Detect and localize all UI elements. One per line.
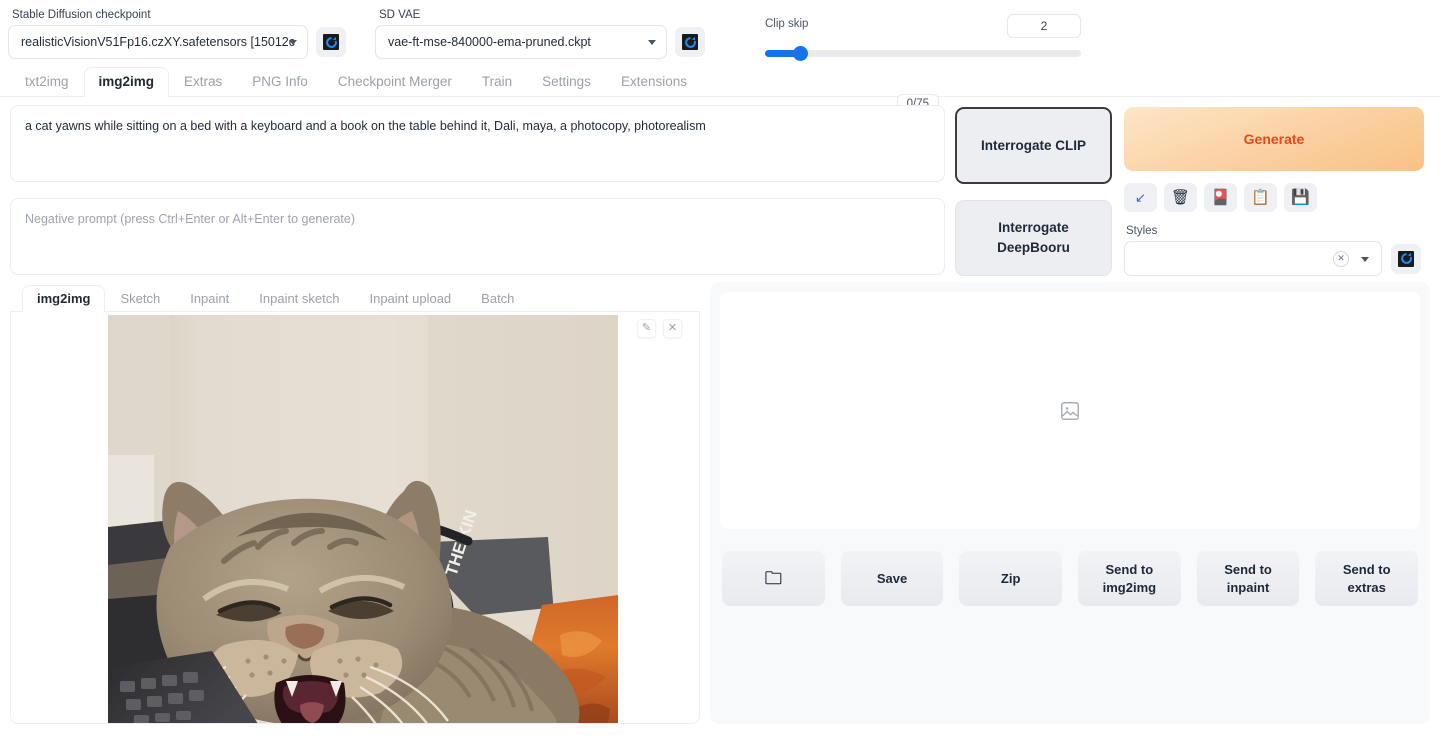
interrogate-deepbooru-label-line1: Interrogate [998,220,1069,235]
output-gallery[interactable] [720,292,1420,529]
tab-png-info[interactable]: PNG Info [237,67,323,97]
restore-progress-button[interactable]: ↙ [1124,183,1157,212]
checkpoint-field-group: Stable Diffusion checkpoint realisticVis… [8,4,346,59]
tab-txt2img[interactable]: txt2img [10,67,84,97]
extra-networks-icon: 🎴 [1211,189,1230,206]
send-to-inpaint-line2: inpaint [1226,579,1270,595]
vae-dropdown[interactable]: vae-ft-mse-840000-ema-pruned.ckpt [375,25,667,59]
chevron-down-icon [289,40,297,45]
tab-settings[interactable]: Settings [527,67,606,97]
styles-label: Styles [1126,225,1158,237]
send-to-inpaint-button[interactable]: Send to inpaint [1196,551,1300,606]
tab-extras[interactable]: Extras [169,67,237,97]
send-to-extras-line1: Send to [1342,561,1391,577]
stable-diffusion-webui: Stable Diffusion checkpoint realisticVis… [0,0,1440,742]
prompt-input[interactable]: a cat yawns while sitting on a bed with … [10,105,945,182]
clear-prompt-button[interactable]: 🗑 [1164,183,1197,212]
send-to-inpaint-line1: Send to [1224,561,1272,577]
save-style-button[interactable]: 💾 [1284,183,1317,212]
image-placeholder-icon [1061,401,1079,420]
send-to-extras-line2: extras [1347,579,1386,595]
main-tab-bar: txt2img img2img Extras PNG Info Checkpoi… [0,66,1440,97]
restore-progress-icon: ↙ [1135,190,1146,205]
vae-field-group: SD VAE vae-ft-mse-840000-ema-pruned.ckpt [375,4,705,59]
output-panel: 🗀 Save Zip Send to img2img Send to inpai… [710,282,1430,724]
send-to-extras-button[interactable]: Send to extras [1315,551,1419,606]
floppy-disk-icon: 💾 [1291,189,1310,206]
clipboard-icon: 📋 [1251,189,1270,206]
refresh-icon [1398,250,1414,267]
styles-dropdown[interactable]: ✕ [1124,241,1382,276]
refresh-vae-button[interactable] [675,27,705,57]
open-folder-button[interactable]: 🗀 [722,551,825,606]
generate-button[interactable]: Generate [1124,107,1424,171]
trash-icon: 🗑 [1170,189,1191,206]
clip-skip-slider[interactable] [765,46,1081,61]
clip-skip-label: Clip skip [765,18,809,30]
extra-networks-button[interactable]: 🎴 [1204,183,1237,212]
clear-icon[interactable]: ✕ [1333,250,1349,267]
tab-extensions[interactable]: Extensions [606,67,702,97]
vae-value: vae-ft-mse-840000-ema-pruned.ckpt [388,35,591,49]
vae-label: SD VAE [379,9,421,21]
close-icon: ✕ [667,322,678,334]
styles-row: ✕ [1124,241,1424,276]
generate-column: Generate ↙ 🗑 🎴 📋 💾 Styles ✕ [1124,105,1424,276]
img2img-sub-tab-bar: img2img Sketch Inpaint Inpaint sketch In… [10,282,700,312]
interrogate-deepbooru-label-line2: DeepBooru [997,240,1070,255]
subtab-sketch[interactable]: Sketch [105,285,175,312]
refresh-icon [323,34,339,50]
chevron-down-icon [1361,256,1369,262]
prompt-tool-row: ↙ 🗑 🎴 📋 💾 [1124,183,1424,212]
send-to-img2img-button[interactable]: Send to img2img [1078,551,1181,606]
send-to-img2img-line2: img2img [1102,579,1157,595]
prompt-zone: 0/75 a cat yawns while sitting on a bed … [0,94,1440,276]
edit-image-button[interactable]: ✎ [637,319,656,338]
subtab-img2img[interactable]: img2img [22,285,106,312]
interrogate-column: Interrogate CLIP Interrogate DeepBooru [955,105,1112,276]
subtab-inpaint-sketch[interactable]: Inpaint sketch [244,285,354,312]
top-bar: Stable Diffusion checkpoint realisticVis… [0,0,1440,66]
pencil-icon: ✎ [641,322,652,334]
yawning-cat-photo: THE KIN [108,315,618,723]
apply-style-button[interactable]: 📋 [1244,183,1277,212]
interrogate-clip-button[interactable]: Interrogate CLIP [955,107,1112,184]
refresh-styles-button[interactable] [1391,243,1421,274]
chevron-down-icon [648,40,656,45]
subtab-batch[interactable]: Batch [466,285,529,312]
image-tool-overlay: ✎ ✕ [637,319,682,338]
zip-button[interactable]: Zip [959,551,1063,606]
source-image-canvas[interactable]: ✎ ✕ THE KIN [10,312,700,724]
img2img-source-panel: img2img Sketch Inpaint Inpaint sketch In… [10,282,700,724]
remove-image-button[interactable]: ✕ [663,319,682,338]
prompt-column: 0/75 a cat yawns while sitting on a bed … [10,94,945,276]
clip-skip-control: Clip skip 2 [765,4,1081,61]
slider-thumb[interactable] [792,46,808,61]
subtab-inpaint-upload[interactable]: Inpaint upload [354,285,466,312]
tab-img2img[interactable]: img2img [83,67,170,97]
interrogate-deepbooru-button[interactable]: Interrogate DeepBooru [955,200,1112,276]
clip-skip-value-input[interactable]: 2 [1007,14,1081,38]
action-zone: Interrogate CLIP Interrogate DeepBooru G… [955,105,1424,276]
source-image[interactable]: THE KIN [108,315,618,723]
refresh-icon [682,34,698,50]
folder-icon: 🗀 [764,569,782,588]
send-to-img2img-line1: Send to [1105,561,1154,577]
gallery-actions: 🗀 Save Zip Send to img2img Send to inpai… [720,551,1420,606]
save-button[interactable]: Save [840,551,944,606]
negative-prompt-input[interactable]: Negative prompt (press Ctrl+Enter or Alt… [10,198,945,275]
refresh-checkpoint-button[interactable] [316,27,346,57]
checkpoint-value: realisticVisionV51Fp16.czXY.safetensors … [21,35,296,49]
lower-split: img2img Sketch Inpaint Inpaint sketch In… [0,276,1440,724]
tab-checkpoint-merger[interactable]: Checkpoint Merger [323,67,467,97]
subtab-inpaint[interactable]: Inpaint [175,285,244,312]
tab-train[interactable]: Train [467,67,527,97]
checkpoint-label: Stable Diffusion checkpoint [12,9,151,21]
checkpoint-dropdown[interactable]: realisticVisionV51Fp16.czXY.safetensors … [8,25,308,59]
